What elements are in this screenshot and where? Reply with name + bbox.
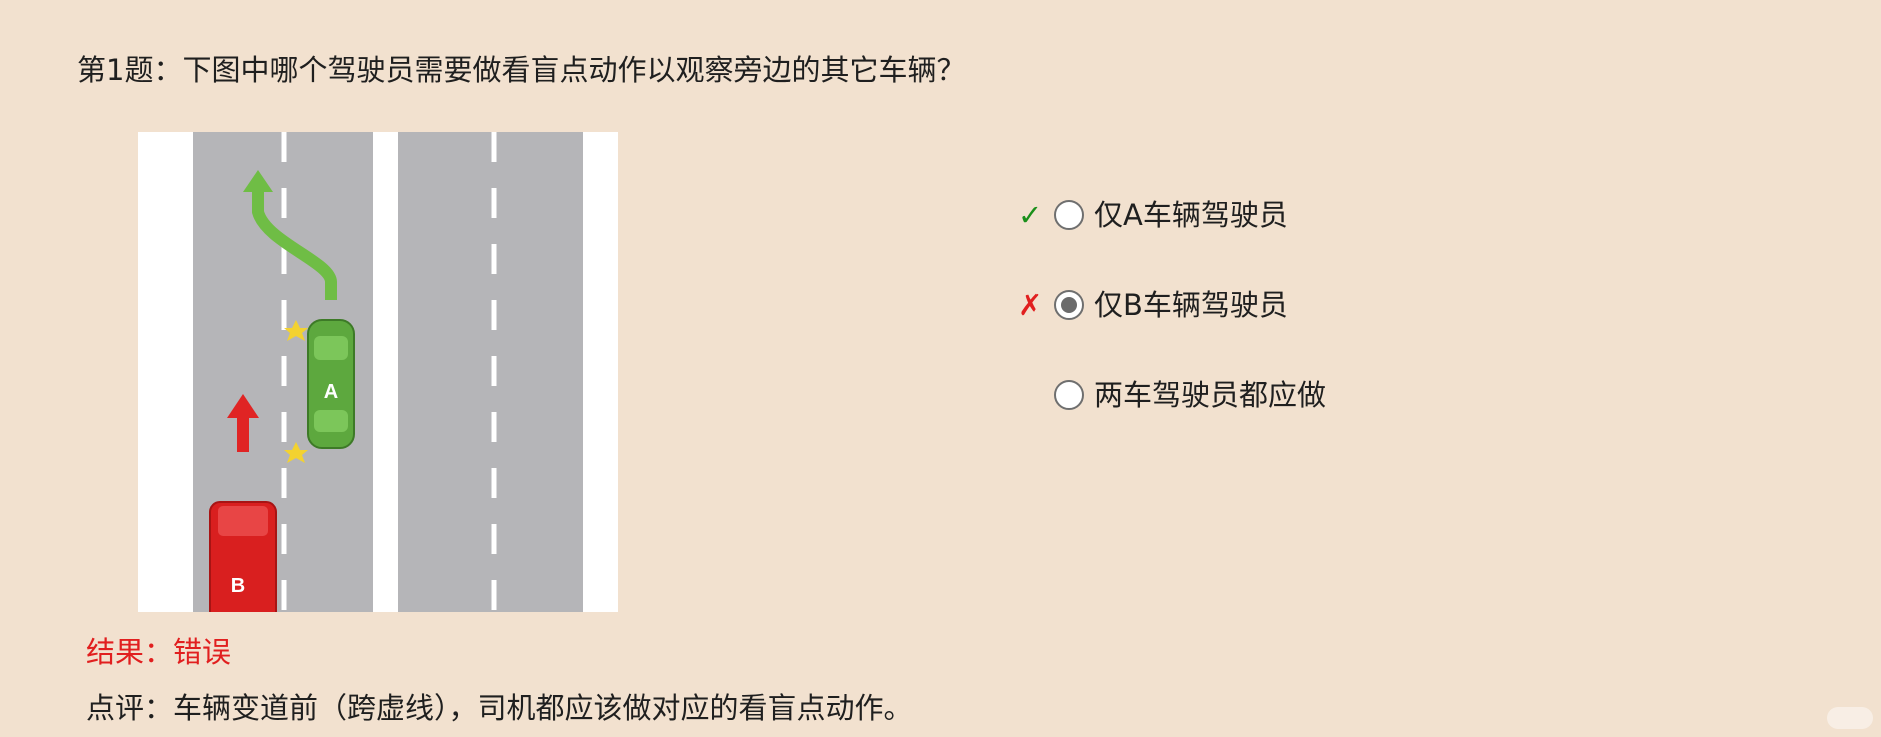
road-diagram: A B [138,132,618,612]
car-a: A [307,319,355,449]
radio-button[interactable] [1054,200,1084,230]
right-road [398,132,583,612]
wrong-cross-icon: ✗ [1018,288,1043,322]
option-label: 两车驾驶员都应做 [1094,378,1327,412]
option-label: 仅A车辆驾驶员 [1094,198,1288,232]
question-text: 第1题：下图中哪个驾驶员需要做看盲点动作以观察旁边的其它车辆？ [77,53,966,87]
radio-button[interactable] [1054,380,1084,410]
option-b[interactable]: ✗ 仅B车辆驾驶员 [1018,280,1418,330]
correct-check-icon: ✓ [1018,198,1043,232]
radio-button-selected[interactable] [1054,290,1084,320]
result-text: 结果：错误 [86,635,232,669]
comment-text: 点评：车辆变道前（跨虚线），司机都应该做对应的看盲点动作。 [86,691,913,725]
question-figure: A B [138,132,618,612]
car-a-label: A [324,381,338,403]
car-b-label: B [231,575,245,597]
option-c[interactable]: 两车驾驶员都应做 [1018,370,1418,420]
option-label: 仅B车辆驾驶员 [1094,288,1288,322]
watermark-logo [1827,707,1873,729]
car-b: B [209,501,277,612]
option-a[interactable]: ✓ 仅A车辆驾驶员 [1018,190,1418,240]
